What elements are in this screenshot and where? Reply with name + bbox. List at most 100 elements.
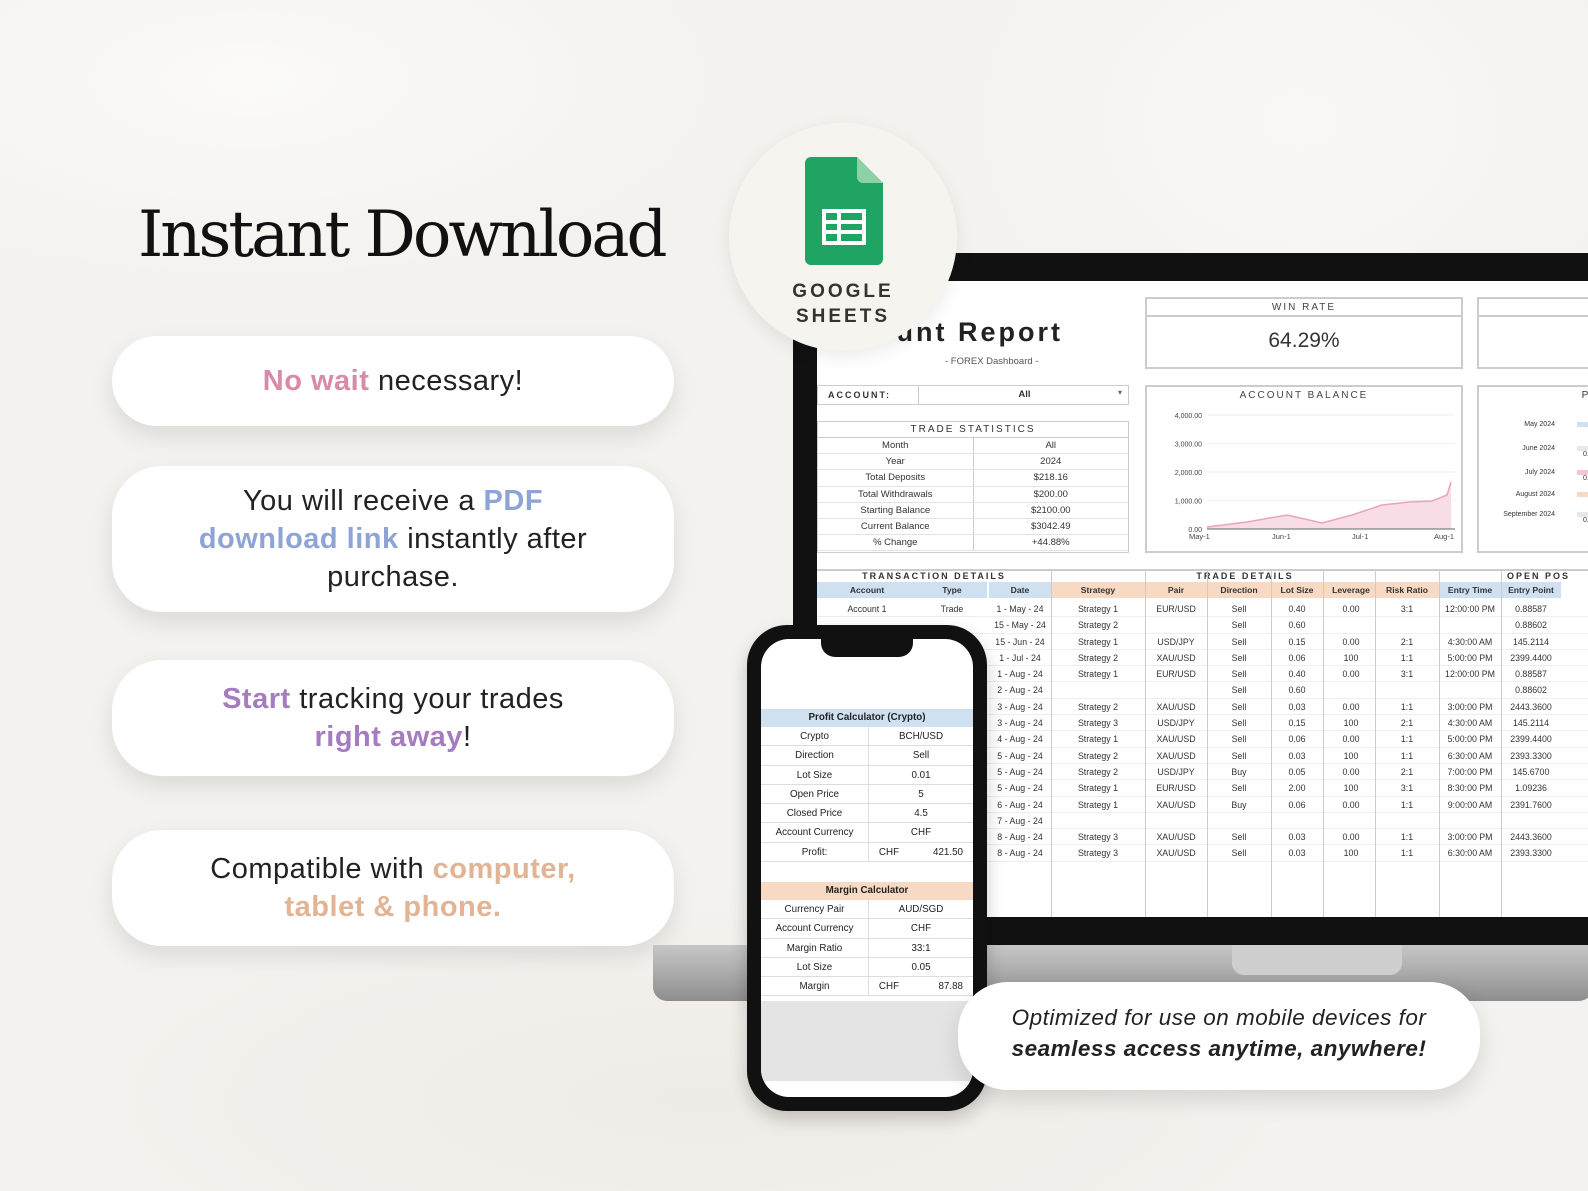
calc-row[interactable]: Currency Pair AUD/SGD xyxy=(761,900,973,920)
calc-row[interactable]: Direction Sell xyxy=(761,746,973,766)
margin-row: Margin CHF 87.88 xyxy=(761,977,973,997)
table-cell: 8 - Aug - 24 xyxy=(997,848,1043,859)
table-cell: 2399.4400 xyxy=(1510,734,1552,745)
table-cell: 0.00 xyxy=(1342,636,1360,647)
column-header[interactable]: Entry Point xyxy=(1501,582,1561,598)
table-cell: 0.88587 xyxy=(1515,669,1547,680)
pill-start-tracking: Start tracking your trades right away! xyxy=(112,660,674,776)
section-open-pos: OPEN POS xyxy=(1507,571,1571,581)
column-divider xyxy=(1145,569,1146,917)
column-header[interactable]: Leverage xyxy=(1323,582,1379,598)
calc-value[interactable]: 5 xyxy=(869,785,973,803)
calc-value[interactable]: CHF xyxy=(869,919,973,937)
calc-row[interactable]: Account Currency CHF xyxy=(761,919,973,939)
table-cell: Strategy 2 xyxy=(1077,750,1119,761)
optimized-line1: Optimized for use on mobile devices for xyxy=(1011,1005,1427,1030)
laptop-notch xyxy=(1232,945,1402,975)
pill-text: Compatible with computer, tablet & phone… xyxy=(172,850,614,926)
table-cell: Strategy 2 xyxy=(1077,652,1119,663)
table-cell: 2:1 xyxy=(1400,766,1414,777)
table-cell: Sell xyxy=(1231,685,1247,696)
table-cell: 1:1 xyxy=(1400,848,1414,859)
table-cell: 100 xyxy=(1343,652,1359,663)
calc-row[interactable]: Closed Price 4.5 xyxy=(761,804,973,824)
column-divider xyxy=(1207,569,1208,917)
table-cell: 2.00 xyxy=(1288,783,1306,794)
table-cell: 1:1 xyxy=(1400,799,1414,810)
side-chart-row-label: June 2024 xyxy=(1522,445,1555,452)
account-filter[interactable]: ACCOUNT: All ▾ xyxy=(817,385,1129,405)
table-cell: 5:00:00 PM xyxy=(1447,652,1493,663)
calc-value[interactable]: 0.05 xyxy=(869,958,973,976)
table-cell: 0.03 xyxy=(1288,750,1306,761)
stat-row: Month All xyxy=(818,438,1129,455)
table-cell: 3:1 xyxy=(1400,783,1414,794)
table-cell: 3:00:00 PM xyxy=(1447,701,1493,712)
column-header[interactable]: Date xyxy=(989,582,1051,598)
table-cell: XAU/USD xyxy=(1156,750,1196,761)
table-cell: Sell xyxy=(1231,718,1247,729)
stat-label: % Change xyxy=(818,535,974,551)
stat-row: Starting Balance $2100.00 xyxy=(818,502,1128,519)
calc-label: Account Currency xyxy=(761,919,869,938)
win-rate-label: WIN RATE xyxy=(1271,302,1337,313)
stat-row: Year 2024 xyxy=(818,454,1129,471)
table-cell: 1 - May - 24 xyxy=(996,604,1044,614)
calc-label: Currency Pair xyxy=(761,900,869,919)
optimized-line2: seamless access anytime, anywhere! xyxy=(1011,1036,1427,1061)
table-cell: 0.06 xyxy=(1288,799,1306,810)
column-header[interactable]: Pair xyxy=(1145,582,1207,598)
table-cell: Account 1 xyxy=(847,604,887,614)
y-tick-label: 2,000.00 xyxy=(1175,470,1202,477)
table-cell: XAU/USD xyxy=(1156,799,1196,810)
calc-row[interactable]: Open Price 5 xyxy=(761,784,973,805)
table-cell: 0.03 xyxy=(1288,848,1306,859)
column-divider xyxy=(1051,569,1052,917)
table-cell: 5 - Aug - 24 xyxy=(997,766,1043,777)
column-header[interactable]: Entry Time xyxy=(1439,582,1501,598)
account-select[interactable]: All xyxy=(918,386,1130,404)
calc-value[interactable]: CHF xyxy=(869,823,973,841)
calc-value[interactable]: AUD/SGD xyxy=(869,900,973,918)
table-cell: 100 xyxy=(1343,783,1359,794)
stat-value[interactable]: 2024 xyxy=(974,454,1129,469)
table-cell: Strategy 2 xyxy=(1077,620,1119,631)
calc-label: Crypto xyxy=(761,727,869,746)
column-header[interactable]: Risk Ratio xyxy=(1375,582,1439,598)
calc-row[interactable]: Lot Size 0.05 xyxy=(761,957,973,978)
table-cell: 12:00:00 PM xyxy=(1445,604,1495,614)
table-cell: EUR/USD xyxy=(1156,783,1196,794)
column-header[interactable]: Lot Size xyxy=(1271,582,1323,598)
table-cell: 0.60 xyxy=(1288,685,1306,696)
table-cell: XAU/USD xyxy=(1156,848,1196,859)
calc-row[interactable]: Lot Size 0.01 xyxy=(761,765,973,785)
stat-value: $218.16 xyxy=(1033,472,1068,484)
calc-row[interactable]: Account Currency CHF xyxy=(761,823,973,843)
table-row[interactable]: Account 1 Trade 1 - May - 24 Strategy 1 EUR/… xyxy=(817,601,1588,618)
stat-row: Total Withdrawals $200.00 xyxy=(818,486,1128,503)
phone-notch xyxy=(821,639,913,657)
column-header[interactable]: Account xyxy=(817,582,917,598)
table-cell: XAU/USD xyxy=(1156,734,1196,745)
calc-row[interactable]: Crypto BCH/USD xyxy=(761,727,973,747)
calc-value[interactable]: 4.5 xyxy=(869,804,973,822)
stat-value[interactable]: All xyxy=(974,438,1129,453)
column-header[interactable]: Direction xyxy=(1207,582,1271,598)
table-cell: 6:30:00 AM xyxy=(1447,750,1493,761)
table-cell: 7:00:00 PM xyxy=(1447,766,1493,777)
table-cell: Sell xyxy=(1231,832,1247,843)
table-cell: Sell xyxy=(1231,636,1247,647)
calc-value[interactable]: Sell xyxy=(869,746,973,764)
table-cell: 1.09236 xyxy=(1515,783,1547,794)
calc-row[interactable]: Margin Ratio 33:1 xyxy=(761,938,973,958)
column-header[interactable]: Type xyxy=(917,582,987,598)
side-chart-row-label: July 2024 xyxy=(1525,469,1555,476)
column-divider xyxy=(1501,569,1502,917)
calc-value[interactable]: BCH/USD xyxy=(869,727,973,745)
calc-value[interactable]: 0.01 xyxy=(869,766,973,784)
stat-label: Year xyxy=(818,454,974,470)
column-header[interactable]: Strategy xyxy=(1051,582,1145,598)
table-cell: 0.00 xyxy=(1342,799,1360,810)
calc-value[interactable]: 33:1 xyxy=(869,939,973,957)
pill-text-part: Compatible with xyxy=(210,853,433,885)
